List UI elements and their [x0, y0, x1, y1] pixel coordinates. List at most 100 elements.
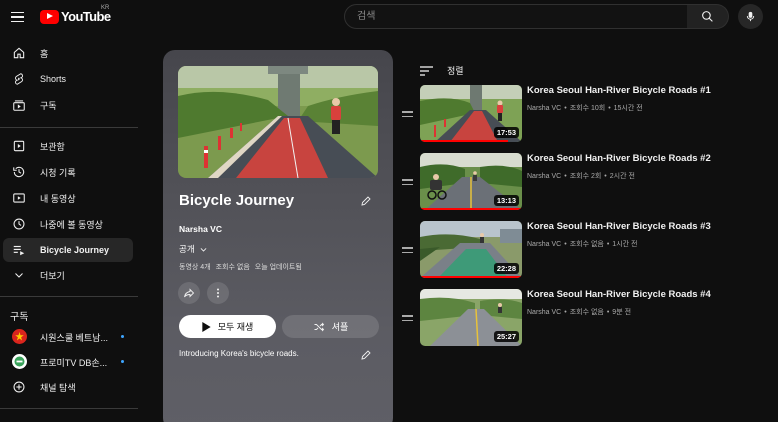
sort-icon [420, 65, 433, 76]
sidebar-item-label: 구독 [40, 100, 57, 111]
playlist-header-panel: Bicycle Journey Narsha VC 공개 동영상 4개 조회수 없… [163, 50, 393, 422]
search-icon [702, 11, 713, 22]
sidebar-item-label: 더보기 [40, 270, 65, 281]
video-views: 조회수 2회 [569, 173, 602, 180]
privacy-dropdown[interactable]: 공개 [179, 243, 208, 255]
sidebar-item-label: 나중에 볼 동영상 [40, 219, 103, 230]
sidebar-item-watch-later[interactable]: 나중에 볼 동영상 [3, 212, 133, 236]
play-icon [202, 321, 211, 332]
sidebar-subscription-item[interactable]: 프로미TV DB손... [3, 350, 133, 374]
view-count: 조회수 없음 [215, 264, 250, 271]
video-thumbnail[interactable]: 17:53 [420, 85, 522, 142]
menu-icon[interactable] [9, 8, 27, 26]
sidebar-item-my-videos[interactable]: 내 동영상 [3, 186, 133, 210]
video-title[interactable]: Korea Seoul Han-River Bicycle Roads #2 [527, 153, 711, 164]
history-icon [11, 164, 27, 180]
video-upload-time: 1시간 전 [612, 241, 638, 248]
add-circle-icon [11, 379, 27, 395]
playlist-stats: 동영상 4개 조회수 없음 오늘 업데이트됨 [179, 262, 307, 272]
sidebar-item-show-more[interactable]: 더보기 [3, 263, 133, 287]
video-views: 조회수 10회 [569, 105, 606, 112]
video-title[interactable]: Korea Seoul Han-River Bicycle Roads #3 [527, 221, 711, 232]
pencil-icon [361, 350, 371, 360]
more-vertical-icon [217, 288, 219, 298]
meta-separator: • [564, 241, 567, 248]
playlist-owner[interactable]: Narsha VC [179, 224, 222, 234]
sidebar-item-label: 홈 [40, 48, 49, 59]
edit-title-button[interactable] [357, 192, 375, 210]
video-views: 조회수 없음 [569, 241, 604, 248]
subscriptions-icon [11, 97, 27, 113]
sidebar-item-label: 시청 기록 [40, 167, 76, 178]
sidebar-divider [0, 127, 138, 128]
video-thumbnail[interactable]: 13:13 [420, 153, 522, 210]
video-channel[interactable]: Narsha VC [527, 173, 561, 180]
video-upload-time: 2시간 전 [609, 173, 635, 180]
playlist-video-row[interactable]: 17:53 Korea Seoul Han-River Bicycle Road… [400, 85, 770, 143]
playlist-video-row[interactable]: 22:28 Korea Seoul Han-River Bicycle Road… [400, 221, 770, 279]
more-actions-button[interactable] [207, 282, 229, 304]
playlist-cover-thumbnail[interactable] [178, 66, 378, 178]
meta-separator: • [606, 309, 610, 316]
video-meta: Narsha VC • 조회수 없음 • 9분 전 [527, 307, 634, 317]
home-icon [11, 45, 27, 61]
youtube-app: YouTube KR 홈 Shorts 구독 보관함 [0, 0, 778, 422]
play-all-button[interactable]: 모두 재생 [179, 315, 276, 338]
voice-search-button[interactable] [738, 4, 763, 29]
logo-text: YouTube [61, 9, 111, 24]
sidebar-item-history[interactable]: 시청 기록 [3, 160, 133, 184]
chevron-down-icon [11, 267, 27, 283]
sidebar-item-home[interactable]: 홈 [3, 41, 133, 65]
youtube-play-icon [40, 9, 59, 24]
drag-handle-icon[interactable] [402, 315, 413, 321]
new-content-dot [121, 335, 124, 338]
watch-progress-bar [420, 139, 508, 142]
sidebar-item-label: 채널 탐색 [40, 382, 76, 393]
meta-separator: • [564, 173, 567, 180]
sidebar-item-bicycle-journey[interactable]: Bicycle Journey [3, 238, 133, 262]
video-thumbnail[interactable]: 25:27 [420, 289, 522, 346]
youtube-logo[interactable]: YouTube [40, 9, 111, 24]
meta-separator: • [564, 309, 567, 316]
sidebar-subscription-item[interactable]: 시원스쿨 베트남... [3, 325, 133, 349]
video-channel[interactable]: Narsha VC [527, 309, 561, 316]
sidebar-item-library[interactable]: 보관함 [3, 134, 133, 158]
video-channel[interactable]: Narsha VC [527, 241, 561, 248]
video-duration: 13:13 [493, 195, 519, 206]
search-button[interactable] [687, 4, 729, 29]
video-duration: 17:53 [493, 127, 519, 138]
video-channel[interactable]: Narsha VC [527, 105, 561, 112]
sidebar-item-label: 시원스쿨 베트남... [40, 332, 108, 343]
my-videos-icon [11, 190, 27, 206]
chevron-down-icon [200, 247, 207, 252]
sidebar: 홈 Shorts 구독 보관함 시청 기록 내 동영상 나중에 볼 동영상 Bi… [0, 34, 140, 422]
watch-progress-bar [420, 275, 522, 278]
search-input[interactable] [345, 5, 687, 28]
sidebar-item-subscriptions[interactable]: 구독 [3, 93, 133, 117]
share-button[interactable] [178, 282, 200, 304]
video-count: 동영상 4개 [179, 264, 211, 271]
video-thumbnail[interactable]: 22:28 [420, 221, 522, 278]
playlist-video-row[interactable]: 13:13 Korea Seoul Han-River Bicycle Road… [400, 153, 770, 211]
sidebar-item-shorts[interactable]: Shorts [3, 67, 133, 91]
watch-later-icon [11, 216, 27, 232]
sidebar-divider [0, 296, 138, 297]
shuffle-button[interactable]: 셔플 [282, 315, 379, 338]
drag-handle-icon[interactable] [402, 111, 413, 117]
drag-handle-icon[interactable] [402, 179, 413, 185]
sidebar-item-label: 내 동영상 [40, 193, 76, 204]
edit-description-button[interactable] [357, 346, 375, 364]
sort-button[interactable]: 정렬 [420, 64, 464, 77]
video-meta: Narsha VC • 조회수 10회 • 15시간 전 [527, 103, 646, 113]
sidebar-item-browse-channels[interactable]: 채널 탐색 [3, 375, 133, 399]
video-title[interactable]: Korea Seoul Han-River Bicycle Roads #4 [527, 289, 711, 300]
video-meta: Narsha VC • 조회수 2회 • 2시간 전 [527, 171, 638, 181]
sidebar-item-label: 보관함 [40, 141, 65, 152]
playlist-video-row[interactable]: 25:27 Korea Seoul Han-River Bicycle Road… [400, 289, 770, 347]
region-code: KR [101, 5, 110, 11]
share-icon [184, 288, 195, 298]
sidebar-item-label: Bicycle Journey [40, 245, 110, 255]
drag-handle-icon[interactable] [402, 247, 413, 253]
video-title[interactable]: Korea Seoul Han-River Bicycle Roads #1 [527, 85, 711, 96]
channel-avatar [12, 329, 27, 344]
